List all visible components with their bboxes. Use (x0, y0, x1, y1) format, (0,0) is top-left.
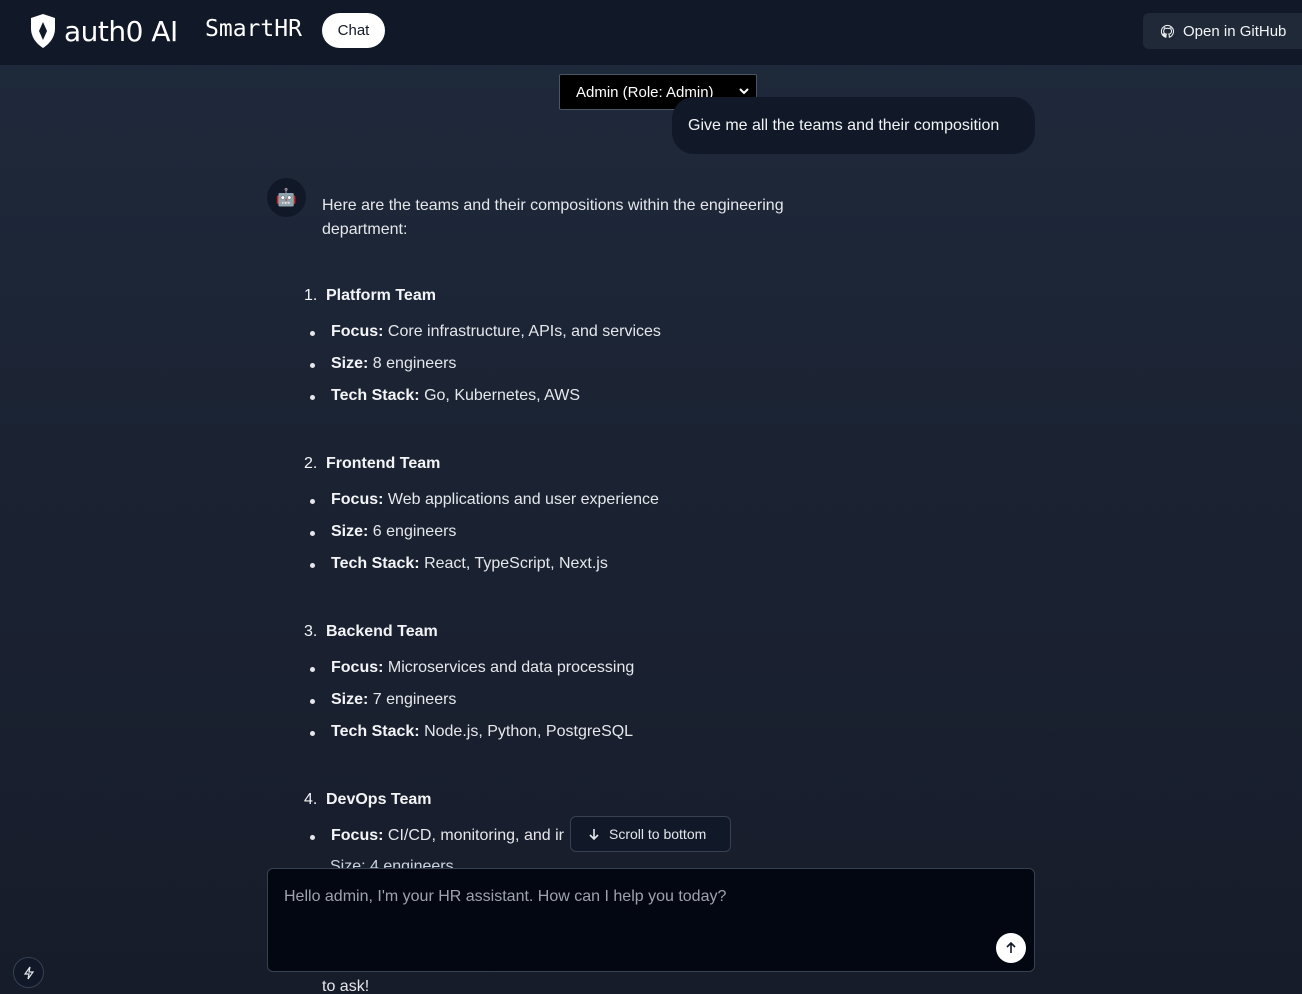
chevron-down-icon (739, 88, 749, 95)
chat-tab[interactable]: Chat (322, 13, 385, 48)
list-item: Size: 7 engineers (310, 691, 456, 709)
list-item: Tech Stack: React, TypeScript, Next.js (310, 555, 608, 573)
github-icon (1160, 24, 1175, 38)
list-item: Size: 6 engineers (310, 523, 456, 541)
scroll-to-bottom-button[interactable]: Scroll to bottom (570, 816, 731, 852)
team-heading: 1. Platform Team (304, 287, 436, 304)
assistant-intro: Here are the teams and their composition… (322, 194, 842, 242)
team-name: DevOps Team (326, 791, 432, 808)
list-item-cut: Size: 4 engineers (330, 858, 454, 868)
github-label: Open in GitHub (1183, 22, 1287, 40)
dev-tools-badge[interactable] (13, 957, 44, 988)
chat-input[interactable]: Hello admin, I'm your HR assistant. How … (267, 868, 1035, 972)
list-item: Focus: Microservices and data processing (310, 659, 634, 677)
bolt-icon (23, 966, 34, 979)
intro-line: Here are the teams and their composition… (322, 197, 784, 214)
team-name: Frontend Team (326, 455, 441, 472)
list-item: Size: 8 engineers (310, 355, 456, 373)
chat-input-placeholder: Hello admin, I'm your HR assistant. How … (284, 888, 727, 905)
team-heading: 4. DevOps Team (304, 791, 432, 808)
user-message-text: Give me all the teams and their composit… (688, 116, 1000, 134)
list-item: Focus: Core infrastructure, APIs, and se… (310, 323, 661, 341)
list-item: Tech Stack: Node.js, Python, PostgreSQL (310, 723, 633, 741)
open-in-github-button[interactable]: Open in GitHub (1143, 13, 1302, 49)
list-item: Focus: CI/CD, monitoring, and ir (310, 827, 564, 845)
top-bar: auth0 AI SmartHR Chat Open in GitHub (0, 0, 1302, 65)
list-item: Focus: Web applications and user experie… (310, 491, 659, 509)
auth0-shield-icon (31, 14, 55, 48)
logo-text: auth0 AI (64, 15, 178, 48)
team-name: Backend Team (326, 623, 438, 640)
send-button[interactable] (996, 933, 1026, 963)
assistant-avatar: 🤖 (267, 178, 306, 217)
auth0-logo[interactable]: auth0 AI (29, 13, 178, 49)
intro-line: department: (322, 221, 408, 238)
arrow-down-icon (589, 829, 599, 841)
scroll-to-bottom-label: Scroll to bottom (609, 826, 707, 842)
list-item: Tech Stack: Go, Kubernetes, AWS (310, 387, 580, 405)
team-name: Platform Team (326, 287, 436, 304)
app-name: SmartHR (205, 16, 302, 42)
user-message: Give me all the teams and their composit… (672, 97, 1035, 154)
arrow-up-icon (1006, 941, 1016, 953)
team-heading: 2. Frontend Team (304, 455, 441, 472)
assistant-tail-text: to ask! (322, 978, 370, 994)
team-heading: 3. Backend Team (304, 623, 438, 640)
